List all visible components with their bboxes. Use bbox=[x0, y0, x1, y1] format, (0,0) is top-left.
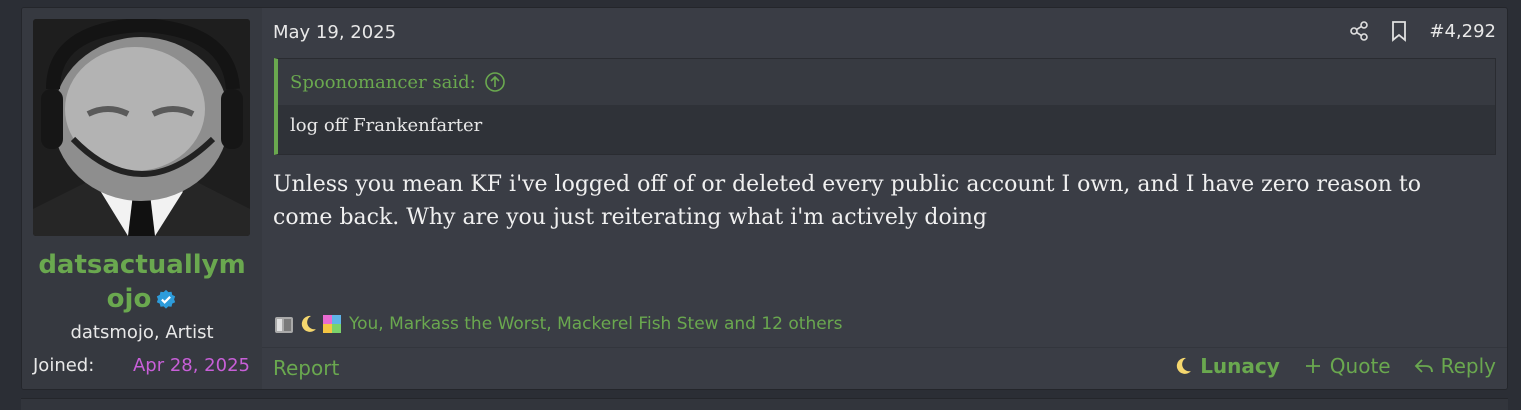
post-header-actions: #4,292 bbox=[1349, 20, 1496, 42]
username[interactable]: datsactuallymojo bbox=[22, 248, 262, 316]
quote-block: Spoonomancer said: log off Frankenfarter bbox=[274, 58, 1496, 155]
user-title: datsmojo, Artist bbox=[70, 322, 214, 343]
post-container: datsactuallymojo datsmojo, Artist Joined… bbox=[21, 7, 1508, 390]
next-post-edge bbox=[21, 398, 1508, 410]
reactions-bar[interactable]: You, Markass the Worst, Mackerel Fish St… bbox=[273, 313, 843, 335]
reply-button[interactable]: Reply bbox=[1413, 354, 1496, 378]
plus-icon bbox=[1302, 355, 1324, 377]
bookmark-icon[interactable] bbox=[1389, 20, 1409, 42]
moon-icon bbox=[297, 313, 319, 335]
quote-attribution[interactable]: Spoonomancer said: bbox=[278, 59, 1495, 105]
avatar-image bbox=[33, 19, 250, 236]
verified-badge-icon bbox=[155, 286, 177, 309]
jump-to-quote-icon[interactable] bbox=[484, 71, 506, 93]
post-number[interactable]: #4,292 bbox=[1429, 21, 1496, 42]
quote-label: Quote bbox=[1329, 354, 1391, 378]
quote-button[interactable]: Quote bbox=[1302, 354, 1391, 378]
reply-label: Reply bbox=[1440, 354, 1496, 378]
dumpster-icon bbox=[273, 313, 295, 335]
report-link[interactable]: Report bbox=[273, 356, 339, 380]
joined-date: Apr 28, 2025 bbox=[132, 355, 250, 376]
moon-icon bbox=[1172, 355, 1194, 377]
username-text: datsactuallymojo bbox=[38, 250, 246, 314]
quote-text: log off Frankenfarter bbox=[290, 115, 483, 136]
reactions-text[interactable]: You, Markass the Worst, Mackerel Fish St… bbox=[349, 314, 843, 334]
joined-label: Joined: bbox=[33, 355, 95, 376]
post-footer: Report Lunacy Quote Reply bbox=[262, 347, 1507, 389]
share-icon[interactable] bbox=[1349, 20, 1369, 42]
post-message: Unless you mean KF i've logged off of or… bbox=[273, 172, 1421, 230]
lunacy-label: Lunacy bbox=[1200, 354, 1280, 378]
footer-actions: Lunacy Quote Reply bbox=[1172, 354, 1496, 378]
quote-author: Spoonomancer said: bbox=[290, 71, 476, 93]
post-main: May 19, 2025 #4,292 Spoonomancer said: l… bbox=[262, 8, 1507, 389]
post-date[interactable]: May 19, 2025 bbox=[273, 22, 396, 43]
reply-arrow-icon bbox=[1413, 355, 1435, 377]
avatar[interactable] bbox=[33, 19, 250, 236]
lunacy-reaction-button[interactable]: Lunacy bbox=[1172, 354, 1280, 378]
user-cell: datsactuallymojo datsmojo, Artist Joined… bbox=[22, 8, 262, 389]
puzzle-icon bbox=[321, 313, 343, 335]
